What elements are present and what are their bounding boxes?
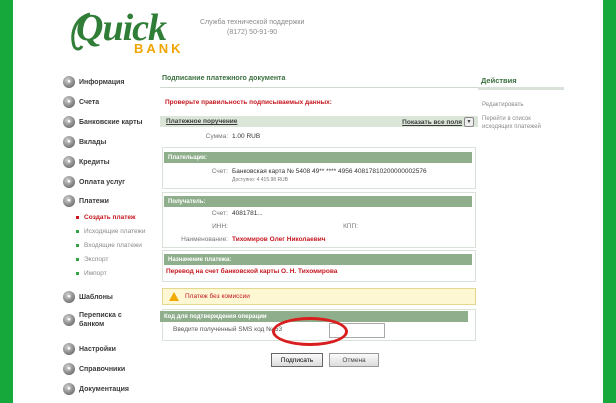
sidebar-item-label-line2: банком (79, 321, 105, 328)
edit-link[interactable]: Редактировать (482, 101, 523, 109)
services-icon: ● (63, 176, 75, 188)
commission-notice: Платеж без комиссии (162, 288, 476, 305)
verify-warning: Проверьте правильность подписываемых дан… (165, 99, 332, 106)
payer-account-value: Банковская карта № 5408 49** **** 4956 4… (232, 168, 427, 175)
sidebar-item-label: Шаблоны (79, 293, 113, 301)
actions-divider (478, 87, 564, 90)
bullet-icon (76, 243, 79, 247)
sidebar-item-credits[interactable]: ● Кредиты (63, 155, 110, 169)
purpose-value: Перевод на счет банковской карты О. Н. Т… (166, 268, 338, 275)
subitem-label: Исходящие платежи (84, 227, 146, 235)
sidebar-item-label: Банковские карты (79, 118, 143, 126)
payments-icon: ● (63, 195, 75, 207)
subitem-label: Экспорт (84, 255, 109, 263)
sms-label: Введите полученный SMS код № 53 (173, 326, 283, 333)
highlight-ellipse (272, 317, 348, 346)
payer-header: Плательщик: (164, 152, 472, 163)
bullet-icon (76, 271, 79, 275)
recipient-name: Тихомиров Олег Николаевич (232, 236, 326, 243)
purpose-header: Назначение платежа: (164, 254, 472, 265)
sidebar-item-label: Платежи (79, 197, 109, 205)
payer-account-label: Счет: (211, 168, 228, 175)
bank-page: Quick BANK Служба технической поддержки … (13, 0, 603, 403)
bullet-icon (76, 257, 79, 261)
bullet-icon (76, 229, 79, 233)
sidebar-item-services[interactable]: ● Оплата услуг (63, 175, 125, 189)
sidebar-item-label: Справочники (79, 365, 126, 373)
recipient-header: Получатель: (164, 196, 472, 207)
notice-text: Платеж без комиссии (185, 293, 250, 300)
subitem-export[interactable]: Экспорт (76, 254, 108, 264)
sidebar-item-references[interactable]: ● Справочники (63, 362, 125, 376)
sidebar-item-mail[interactable]: ● Переписка с банком (63, 309, 122, 331)
sidebar-item-info[interactable]: ● Информация (63, 75, 124, 89)
deposits-icon: ● (63, 136, 75, 148)
sidebar-item-accounts[interactable]: ● Счета (63, 95, 99, 109)
subitem-outgoing[interactable]: Исходящие платежи (76, 226, 146, 236)
sign-button[interactable]: Подписать (271, 353, 323, 367)
sidebar-item-label: Кредиты (79, 158, 110, 166)
sum-value: 1.00 RUB (232, 133, 261, 140)
support-phone: (8172) 50-91-90 (227, 29, 278, 36)
payer-available: Доступно: 4 415.98 RUB (232, 177, 289, 183)
mail-icon: ● (63, 314, 75, 326)
settings-icon: ● (63, 343, 75, 355)
page-title: Подписание платежного документа (162, 75, 286, 82)
templates-icon: ● (63, 291, 75, 303)
goto-outgoing-line2: исходящих платежей (482, 124, 541, 130)
support-info: Служба технической поддержки (8172) 50-9… (200, 18, 304, 38)
subitem-label: Входящие платежи (84, 241, 142, 249)
quick-bank-logo[interactable]: Quick BANK (68, 6, 188, 56)
kpp-label: КПП: (343, 223, 358, 230)
title-divider (160, 87, 478, 88)
document-header: Платежное поручение Показать все поля ▼ (160, 116, 478, 127)
support-title: Служба технической поддержки (200, 19, 305, 26)
show-all-fields[interactable]: Показать все поля ▼ (402, 117, 474, 127)
references-icon: ● (63, 363, 75, 375)
sidebar-item-label: Переписка с банком (79, 311, 122, 329)
sidebar-item-settings[interactable]: ● Настройки (63, 342, 116, 356)
sidebar-item-label: Информация (79, 78, 125, 86)
goto-outgoing-link[interactable]: Перейти в список исходящих платежей (482, 115, 541, 131)
logo-subtext: BANK (134, 41, 184, 56)
sidebar-item-cards[interactable]: ● Банковские карты (63, 115, 143, 129)
sidebar-item-label: Документация (79, 385, 129, 393)
subitem-import[interactable]: Импорт (76, 268, 107, 278)
show-all-fields-link[interactable]: Показать все поля (402, 119, 462, 126)
accounts-icon: ● (63, 96, 75, 108)
sidebar-item-label: Оплата услуг (79, 178, 126, 186)
goto-outgoing-line1: Перейти в список (482, 116, 531, 122)
subitem-create-payment[interactable]: Создать платеж (76, 212, 136, 222)
docs-icon: ● (63, 383, 75, 395)
warning-icon (169, 292, 179, 301)
info-icon: ● (63, 76, 75, 88)
sidebar-item-payments[interactable]: ● Платежи (63, 194, 109, 208)
sum-label: Сумма: (205, 133, 228, 140)
sidebar-item-templates[interactable]: ● Шаблоны (63, 290, 113, 304)
chevron-down-icon[interactable]: ▼ (464, 117, 474, 127)
subitem-label: Импорт (84, 269, 107, 277)
sidebar-item-label: Счета (79, 98, 100, 106)
document-type-link[interactable]: Платежное поручение (166, 118, 237, 125)
recipient-account-label: Счет: (211, 210, 228, 217)
sidebar-item-label-line1: Переписка с (79, 312, 122, 319)
sidebar-item-label: Вклады (79, 138, 107, 146)
inn-label: ИНН: (212, 223, 228, 230)
subitem-label: Создать платеж (84, 213, 136, 221)
cancel-button[interactable]: Отмена (329, 353, 379, 367)
cards-icon: ● (63, 116, 75, 128)
sidebar-item-deposits[interactable]: ● Вклады (63, 135, 106, 149)
subitem-incoming[interactable]: Входящие платежи (76, 240, 142, 250)
actions-title: Действия (481, 76, 517, 85)
bullet-icon (76, 215, 79, 219)
sidebar-item-label: Настройки (79, 345, 116, 353)
sidebar-item-docs[interactable]: ● Документация (63, 382, 129, 396)
credits-icon: ● (63, 156, 75, 168)
recipient-account-value: 4081781... (232, 210, 263, 217)
name-label: Наименование: (181, 236, 228, 243)
